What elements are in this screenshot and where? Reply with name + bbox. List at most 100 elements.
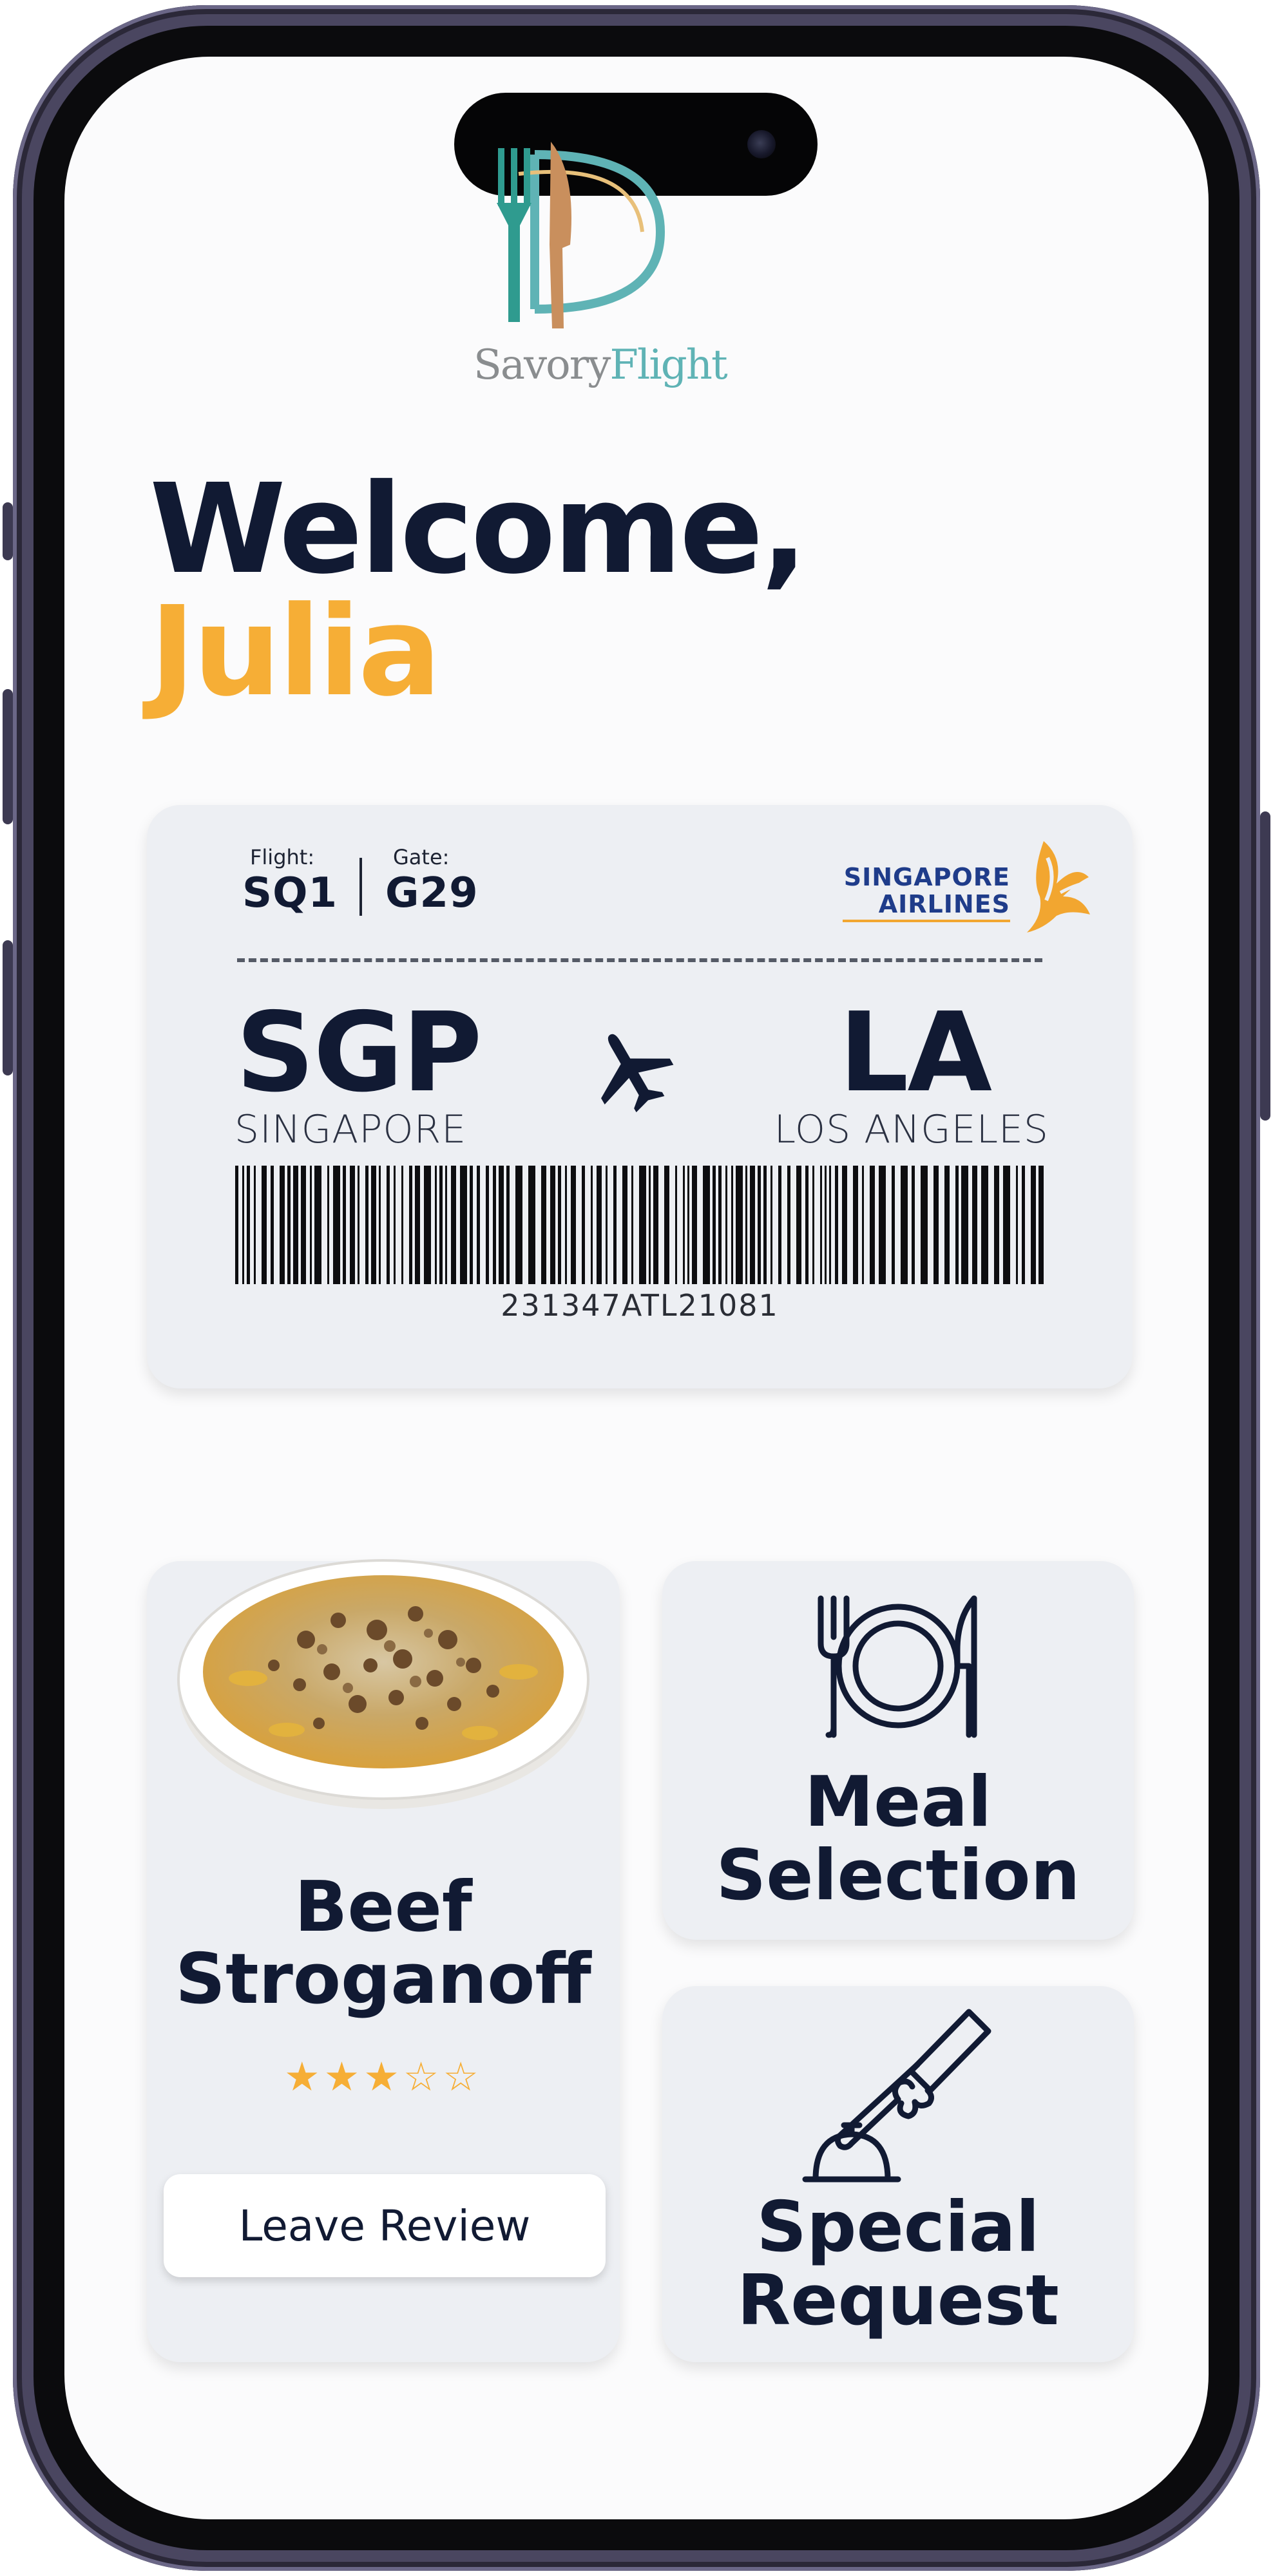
barcode-bar: [550, 1166, 555, 1284]
app-screen: SavoryFlight Welcome, Julia Flight: SQ1 …: [64, 57, 1209, 2519]
barcode-bar: [515, 1166, 522, 1284]
logo-word-1: Savory: [474, 341, 611, 389]
dish-name-word: Stroganoff: [175, 1939, 591, 2020]
barcode-bar: [631, 1166, 633, 1284]
barcode-bar: [558, 1166, 561, 1284]
barcode-bar: [271, 1166, 274, 1284]
barcode-bar: [262, 1166, 267, 1284]
beef-stroganoff-image: [177, 1559, 589, 1809]
barcode-bar: [415, 1166, 420, 1284]
dish-name-word: Beef: [294, 1867, 472, 1947]
barcode-bar: [247, 1166, 250, 1284]
origin-code: SGP: [236, 989, 483, 1117]
barcode-bar: [758, 1166, 761, 1284]
logo-word-2: Flight: [609, 341, 727, 389]
barcode-bar: [972, 1166, 977, 1284]
app-logo-text: SavoryFlight: [474, 341, 728, 389]
barcode-bar: [445, 1166, 447, 1284]
barcode-bar: [506, 1166, 510, 1284]
app-logo-icon: [497, 142, 665, 328]
barcode-bar: [675, 1166, 677, 1284]
barcode-bar: [842, 1166, 847, 1284]
barcode-bar: [528, 1166, 535, 1284]
destination-code: LA: [839, 989, 992, 1117]
barcode-bar: [912, 1166, 915, 1284]
barcode-bar: [470, 1166, 473, 1284]
barcode-bar: [287, 1166, 291, 1284]
barcode-bar: [409, 1166, 412, 1284]
barcode-bar: [862, 1166, 864, 1284]
meal-selection-title: Meal Selection: [662, 1766, 1134, 1913]
welcome-greeting: Welcome,: [149, 458, 808, 601]
barcode-bar: [639, 1166, 646, 1284]
special-request-title: Special Request: [662, 2191, 1134, 2338]
barcode-bar: [763, 1166, 767, 1284]
barcode-bar: [745, 1166, 747, 1284]
welcome-user-name: Julia: [149, 580, 441, 724]
barcode-bar: [692, 1166, 697, 1284]
barcode: [235, 1166, 1044, 1284]
airline-logo: SINGAPORE AIRLINES: [843, 838, 1094, 942]
airline-underline: [843, 920, 1010, 922]
flight-gate-divider: [359, 858, 362, 916]
leave-review-button[interactable]: Leave Review: [164, 2174, 606, 2277]
barcode-bar: [812, 1166, 814, 1284]
barcode-bar: [994, 1166, 999, 1284]
barcode-bar: [750, 1166, 755, 1284]
barcode-bar: [301, 1166, 306, 1284]
barcode-bar: [835, 1166, 838, 1284]
barcode-bar: [597, 1166, 602, 1284]
gate-number: G29: [385, 869, 479, 917]
meal-selection-title-word: Meal: [804, 1762, 992, 1842]
barcode-bar: [820, 1166, 822, 1284]
special-request-card[interactable]: Special Request: [662, 1986, 1134, 2362]
barcode-bar: [591, 1166, 593, 1284]
barcode-bar: [649, 1166, 651, 1284]
barcode-bar: [683, 1166, 685, 1284]
dish-name: Beef Stroganoff: [147, 1871, 620, 2016]
app-logo: SavoryFlight: [474, 135, 728, 393]
barcode-bar: [499, 1166, 504, 1284]
airline-logo-icon: [1027, 841, 1090, 933]
barcode-bar: [394, 1166, 396, 1284]
meal-selection-card[interactable]: Meal Selection: [662, 1561, 1134, 1940]
barcode-bar: [778, 1166, 781, 1284]
barcode-bar: [439, 1166, 443, 1284]
barcode-bar: [371, 1166, 376, 1284]
barcode-bar: [870, 1166, 875, 1284]
special-request-title-word: Request: [737, 2260, 1059, 2341]
barcode-bar: [796, 1166, 801, 1284]
barcode-bar: [770, 1166, 772, 1284]
barcode-bar: [254, 1166, 256, 1284]
plane-icon: [601, 1034, 674, 1113]
barcode-bar: [565, 1166, 567, 1284]
barcode-bar: [731, 1166, 733, 1284]
barcode-bar: [1038, 1166, 1044, 1284]
flight-label: Flight:: [250, 845, 315, 869]
barcode-bar: [703, 1166, 710, 1284]
barcode-bar: [713, 1166, 716, 1284]
gate-label: Gate:: [393, 845, 450, 869]
barcode-bar: [493, 1166, 496, 1284]
barcode-bar: [571, 1166, 576, 1284]
barcode-bar: [787, 1166, 790, 1284]
barcode-bar: [981, 1166, 988, 1284]
barcode-bar: [725, 1166, 727, 1284]
barcode-bar: [293, 1166, 298, 1284]
barcode-bar: [805, 1166, 809, 1284]
volume-up-button: [3, 689, 13, 824]
barcode-bar: [242, 1166, 244, 1284]
barcode-bar: [853, 1166, 858, 1284]
barcode-bar: [387, 1166, 390, 1284]
barcode-bar: [327, 1166, 329, 1284]
barcode-bar: [451, 1166, 456, 1284]
boarding-pass-card[interactable]: Flight: SQ1 Gate: G29 SINGAPORE AIRLINES…: [147, 805, 1133, 1388]
barcode-bar: [1031, 1166, 1036, 1284]
flight-number: SQ1: [242, 869, 338, 917]
barcode-bar: [892, 1166, 895, 1284]
barcode-bar: [687, 1166, 689, 1284]
barcode-bar: [424, 1166, 431, 1284]
barcode-bar: [477, 1166, 480, 1284]
barcode-number: 231347ATL21081: [501, 1288, 779, 1323]
silent-switch: [3, 502, 13, 560]
